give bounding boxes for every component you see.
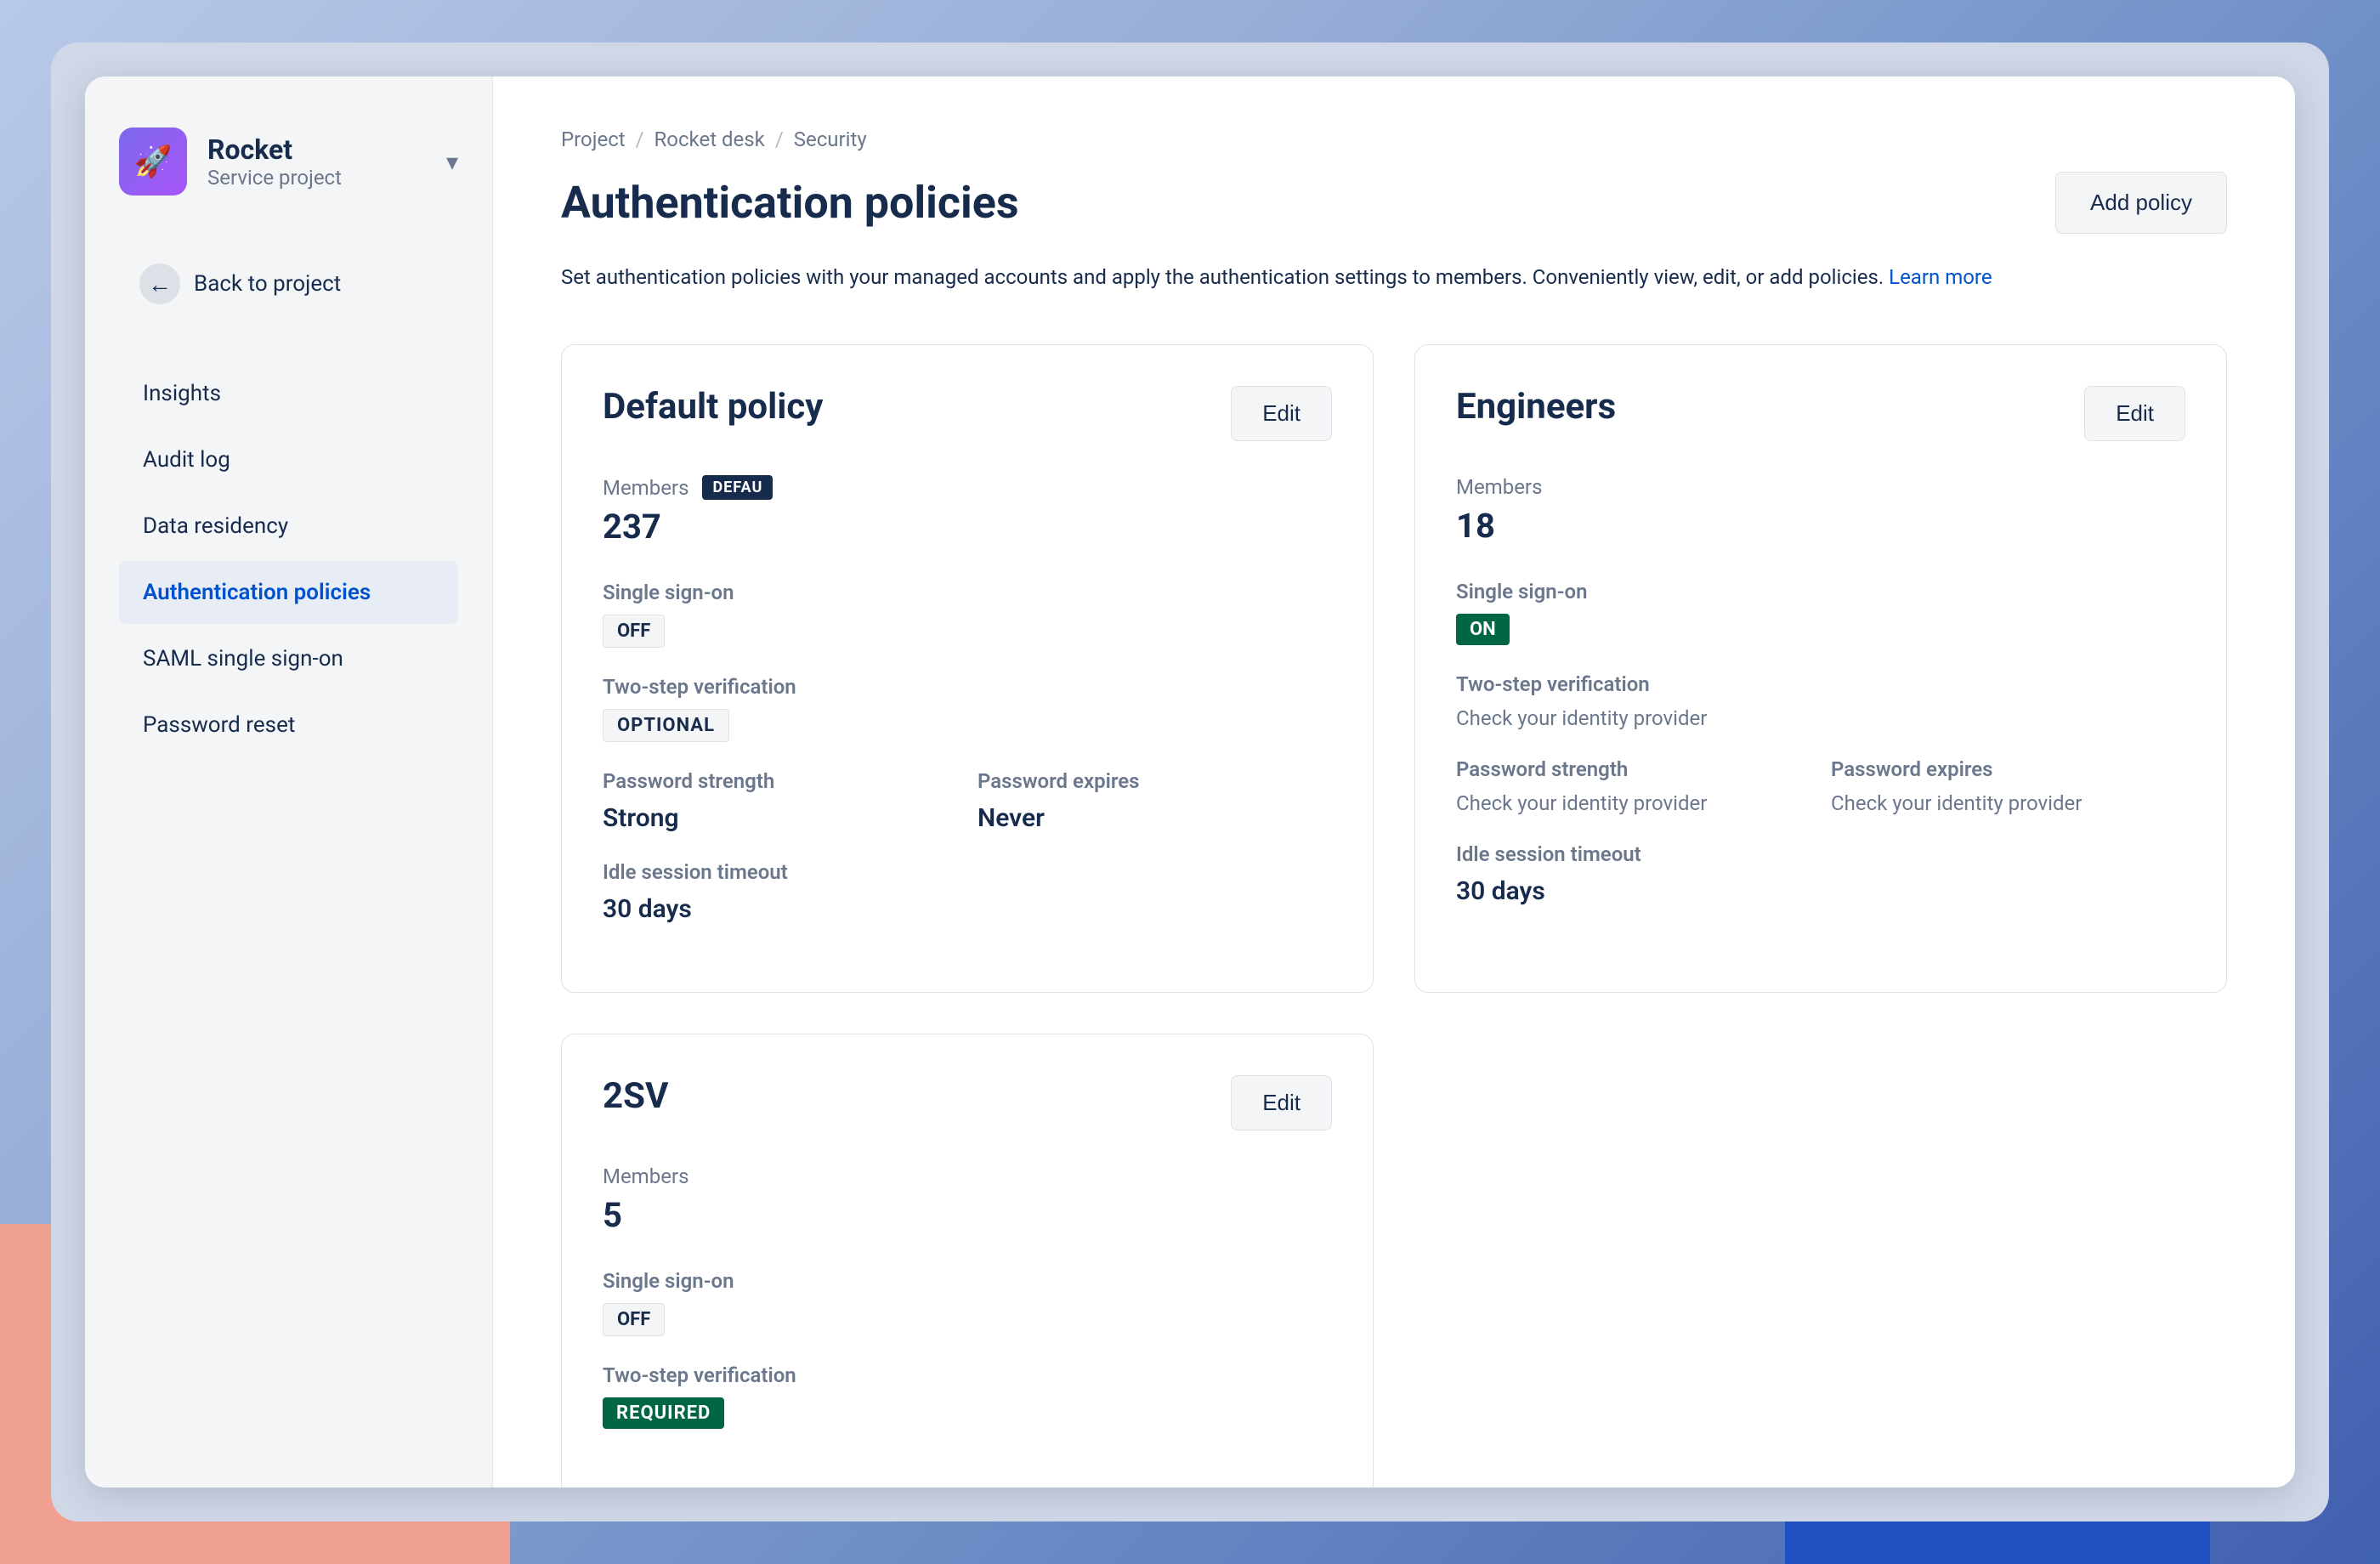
project-info: Rocket Service project bbox=[207, 133, 426, 190]
edit-button-engineers[interactable]: Edit bbox=[2084, 386, 2185, 441]
members-count-2sv: 5 bbox=[603, 1195, 1332, 1235]
pw-row-default: Password strength Strong Password expire… bbox=[603, 769, 1332, 833]
members-count-default: 237 bbox=[603, 507, 1332, 547]
policy-card-2sv: 2SV Edit Members 5 Single sign-on OFF Tw… bbox=[561, 1034, 1374, 1488]
back-label: Back to project bbox=[194, 271, 341, 297]
card-title-engineers: Engineers bbox=[1456, 386, 1616, 428]
outer-window: 🚀 Rocket Service project ▾ ← Back to pro… bbox=[51, 42, 2329, 1522]
add-policy-button[interactable]: Add policy bbox=[2055, 172, 2227, 234]
page-title: Authentication policies bbox=[561, 177, 1019, 229]
project-name: Rocket bbox=[207, 133, 426, 166]
tsv-badge-default: OPTIONAL bbox=[603, 709, 729, 742]
sso-section-engineers: Single sign-on ON bbox=[1456, 580, 2185, 645]
breadcrumb-sep-1: / bbox=[636, 128, 644, 151]
pw-row-engineers: Password strength Check your identity pr… bbox=[1456, 757, 2185, 815]
sso-badge-engineers: ON bbox=[1456, 614, 1510, 645]
pw-strength-engineers: Password strength Check your identity pr… bbox=[1456, 757, 1810, 815]
policy-card-default: Default policy Edit Members DEFAU 237 Si… bbox=[561, 344, 1374, 993]
sidebar-item-insights[interactable]: Insights bbox=[119, 362, 458, 425]
sso-section-2sv: Single sign-on OFF bbox=[603, 1269, 1332, 1336]
learn-more-link[interactable]: Learn more bbox=[1889, 265, 1992, 289]
tsv-section-default: Two-step verification OPTIONAL bbox=[603, 675, 1332, 742]
main-content: Project / Rocket desk / Security Authent… bbox=[493, 76, 2295, 1488]
tsv-section-engineers: Two-step verification Check your identit… bbox=[1456, 672, 2185, 730]
card-header-2sv: 2SV Edit bbox=[603, 1075, 1332, 1130]
members-label-default: Members DEFAU bbox=[603, 475, 1332, 500]
project-type: Service project bbox=[207, 166, 426, 190]
page-description: Set authentication policies with your ma… bbox=[561, 261, 2227, 293]
project-header[interactable]: 🚀 Rocket Service project ▾ bbox=[119, 128, 458, 196]
project-avatar: 🚀 bbox=[119, 128, 187, 196]
card-header-default: Default policy Edit bbox=[603, 386, 1332, 441]
policy-card-engineers: Engineers Edit Members 18 Single sign-on… bbox=[1414, 344, 2227, 993]
sidebar-item-saml[interactable]: SAML single sign-on bbox=[119, 627, 458, 690]
members-label-engineers: Members bbox=[1456, 475, 2185, 499]
policies-grid: Default policy Edit Members DEFAU 237 Si… bbox=[561, 344, 2227, 1488]
members-label-2sv: Members bbox=[603, 1164, 1332, 1188]
sidebar: 🚀 Rocket Service project ▾ ← Back to pro… bbox=[85, 76, 493, 1488]
edit-button-2sv[interactable]: Edit bbox=[1231, 1075, 1332, 1130]
card-header-engineers: Engineers Edit bbox=[1456, 386, 2185, 441]
app-window: 🚀 Rocket Service project ▾ ← Back to pro… bbox=[85, 76, 2295, 1488]
breadcrumb-sep-2: / bbox=[775, 128, 784, 151]
idle-section-engineers: Idle session timeout 30 days bbox=[1456, 842, 2185, 906]
default-badge: DEFAU bbox=[702, 475, 773, 500]
tsv-badge-2sv: REQUIRED bbox=[603, 1397, 724, 1429]
sidebar-item-audit-log[interactable]: Audit log bbox=[119, 428, 458, 491]
card-title-default: Default policy bbox=[603, 386, 823, 428]
members-count-engineers: 18 bbox=[1456, 506, 2185, 546]
breadcrumb-project[interactable]: Project bbox=[561, 128, 626, 151]
idle-section-default: Idle session timeout 30 days bbox=[603, 860, 1332, 924]
sidebar-item-data-residency[interactable]: Data residency bbox=[119, 495, 458, 558]
sidebar-item-password-reset[interactable]: Password reset bbox=[119, 694, 458, 756]
back-to-project-button[interactable]: ← Back to project bbox=[119, 246, 458, 321]
sso-badge-2sv: OFF bbox=[603, 1303, 665, 1336]
breadcrumb-rocket-desk[interactable]: Rocket desk bbox=[654, 128, 765, 151]
tsv-section-2sv: Two-step verification REQUIRED bbox=[603, 1363, 1332, 1429]
chevron-down-icon: ▾ bbox=[446, 148, 458, 176]
breadcrumb-security[interactable]: Security bbox=[794, 128, 867, 151]
card-title-2sv: 2SV bbox=[603, 1075, 668, 1117]
breadcrumb: Project / Rocket desk / Security bbox=[561, 128, 2227, 151]
edit-button-default[interactable]: Edit bbox=[1231, 386, 1332, 441]
back-icon: ← bbox=[139, 264, 180, 304]
sso-section-default: Single sign-on OFF bbox=[603, 581, 1332, 648]
sidebar-item-auth-policies[interactable]: Authentication policies bbox=[119, 561, 458, 624]
pw-expires-engineers: Password expires Check your identity pro… bbox=[1831, 757, 2185, 815]
nav-list: Insights Audit log Data residency Authen… bbox=[119, 362, 458, 756]
sso-badge-default: OFF bbox=[603, 615, 665, 648]
pw-expires-default: Password expires Never bbox=[978, 769, 1332, 833]
pw-strength-default: Password strength Strong bbox=[603, 769, 957, 833]
page-header: Authentication policies Add policy bbox=[561, 172, 2227, 234]
